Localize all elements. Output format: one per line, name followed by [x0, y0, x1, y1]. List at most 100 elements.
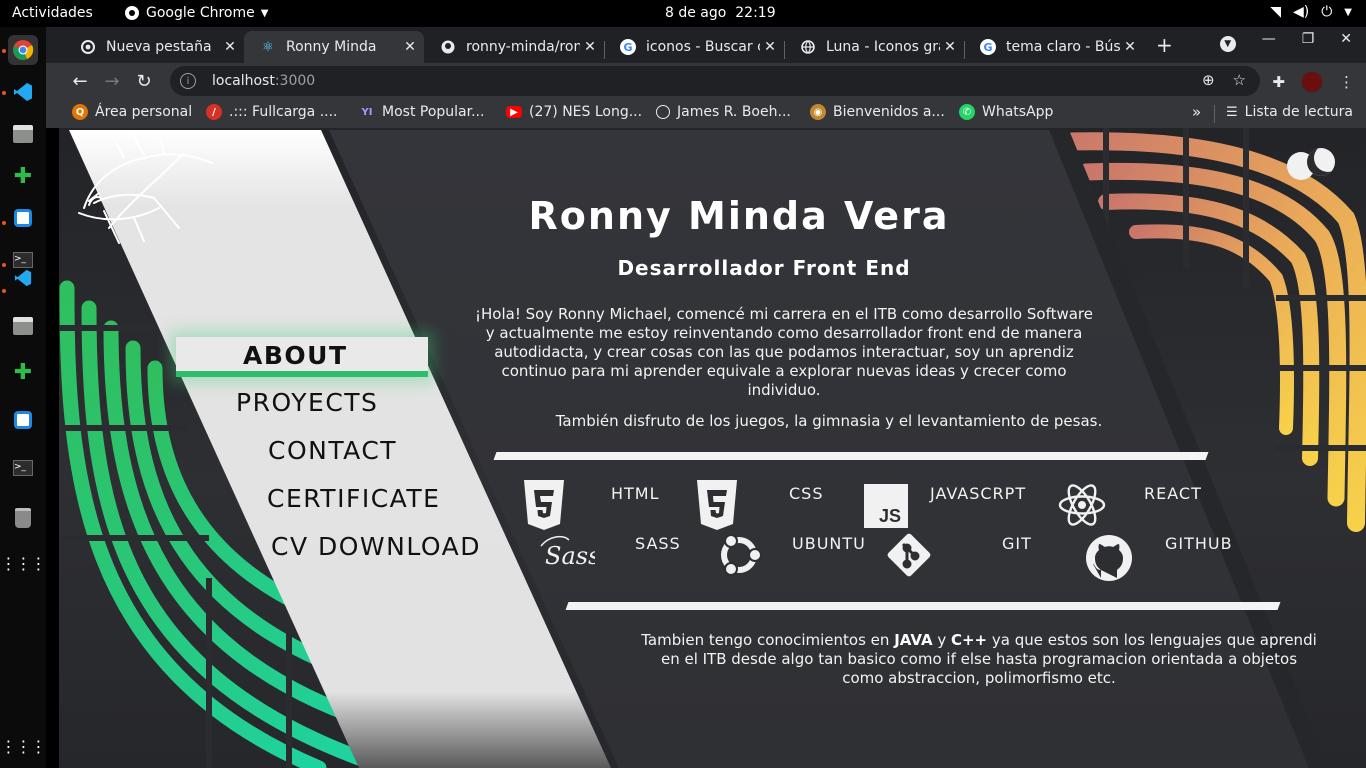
- reading-list-button[interactable]: ☰ Lista de lectura: [1226, 104, 1353, 120]
- back-button[interactable]: ←: [68, 69, 92, 93]
- tab-luna[interactable]: Luna - Iconos gra ✕: [784, 31, 964, 63]
- bookmark-whatsapp[interactable]: ✆ WhatsApp: [959, 104, 1053, 120]
- yts-icon: YI: [361, 106, 373, 118]
- page-title: Ronny Minda Vera: [528, 194, 950, 238]
- nav-proyects[interactable]: PROYECTS: [236, 388, 378, 417]
- menu-icon[interactable]: ⋮: [1339, 73, 1354, 91]
- skill-github-label: GITHUB: [1165, 534, 1233, 553]
- toolbar-right: ✚ ⋮: [1272, 71, 1354, 93]
- nav-certificate[interactable]: CERTIFICATE: [267, 484, 440, 513]
- dock-software-icon[interactable]: [8, 203, 38, 233]
- close-icon[interactable]: ✕: [580, 39, 600, 55]
- more-bookmarks-icon[interactable]: »: [1192, 103, 1201, 121]
- bio-line: autodidacta, y crear cosas con las que p…: [494, 343, 1074, 361]
- github-icon: [440, 39, 456, 55]
- dock-trash-icon[interactable]: [8, 503, 38, 533]
- maximize-icon[interactable]: ❐: [1302, 31, 1315, 59]
- bookmark-label: James R. Boeh...: [677, 104, 791, 120]
- tab-title: iconos - Buscar c: [646, 39, 760, 55]
- tab-search-icon[interactable]: ▼: [1219, 36, 1236, 52]
- date-label: 8 de ago: [665, 5, 727, 21]
- extra-text: ya que estos son los lenguajes que apren…: [987, 631, 1317, 649]
- extra-knowledge-text: Tambien tengo conocimientos en JAVA y C+…: [599, 631, 1359, 688]
- extra-line: como abstraccion, polimorfismo etc.: [842, 669, 1116, 687]
- close-icon[interactable]: ✕: [760, 39, 780, 55]
- fullcarga-icon: /: [206, 104, 222, 120]
- bookmark-label: .::: Fullcarga ....: [229, 104, 338, 120]
- extra-line: en el ITB desde algo tan basico como if …: [660, 650, 1298, 668]
- dock-apps-grid-icon[interactable]: ⋮⋮⋮: [1, 549, 47, 579]
- bookmark-most-popular[interactable]: YI Most Popular...: [359, 104, 485, 120]
- theme-toggle[interactable]: [1287, 148, 1335, 180]
- reload-button[interactable]: ↻: [132, 69, 156, 93]
- divider-bottom: [565, 602, 1281, 610]
- dock-software-icon-2[interactable]: [8, 405, 38, 435]
- skill-sass-label: SASS: [635, 534, 681, 553]
- dock-extensions-icon[interactable]: ✚: [8, 161, 38, 191]
- nav-contact[interactable]: CONTACT: [268, 436, 397, 465]
- dock-files-icon-2[interactable]: [8, 311, 38, 341]
- close-icon[interactable]: ✕: [940, 39, 960, 55]
- app-menu[interactable]: Google Chrome ▼: [124, 5, 268, 21]
- system-top-bar: Actividades Google Chrome ▼ 8 de ago 22:…: [0, 0, 1366, 27]
- nav-cv-download[interactable]: CV DOWNLOAD: [271, 532, 481, 561]
- svg-text:Sass: Sass: [545, 542, 595, 570]
- q-icon: Q: [72, 104, 88, 120]
- page-subtitle: Desarrollador Front End: [617, 256, 911, 280]
- dock-chrome-icon[interactable]: [8, 35, 38, 65]
- dock-extensions-icon-2[interactable]: ✚: [8, 357, 38, 387]
- dock-files-icon[interactable]: [8, 119, 38, 149]
- zoom-icon[interactable]: ⊕: [1202, 71, 1215, 89]
- nav-active-underline: [176, 371, 428, 377]
- extra-text: y: [932, 631, 951, 649]
- info-icon[interactable]: i: [180, 73, 196, 89]
- bookmark-label: WhatsApp: [982, 104, 1054, 120]
- tab-github[interactable]: ronny-minda/ron ✕: [424, 31, 604, 63]
- dock-vscode-icon-2[interactable]: [8, 263, 38, 293]
- close-window-icon[interactable]: ✕: [1340, 31, 1352, 59]
- extensions-icon[interactable]: ✚: [1272, 73, 1285, 91]
- time-label: 22:19: [735, 5, 776, 21]
- bookmark-label: (27) NES Long...: [529, 104, 643, 120]
- react-icon: ⚛: [262, 39, 274, 55]
- google-icon: G: [620, 39, 636, 55]
- skill-html-label: HTML: [611, 484, 660, 503]
- bio-text: ¡Hola! Soy Ronny Michael, comencé mi car…: [444, 305, 1124, 400]
- profile-avatar[interactable]: [1301, 71, 1323, 93]
- tab-ronny-minda[interactable]: ⚛ Ronny Minda ✕: [244, 31, 424, 63]
- ubuntu-icon: [721, 534, 762, 576]
- bookmark-star-icon[interactable]: ☆: [1233, 71, 1246, 89]
- nav-about[interactable]: ABOUT: [243, 341, 348, 370]
- system-tray[interactable]: ◥ ◀) ⏻ ▼: [1270, 4, 1352, 20]
- tab-iconos[interactable]: G iconos - Buscar c ✕: [604, 31, 784, 63]
- minimize-icon[interactable]: —: [1262, 31, 1276, 59]
- moon-icon: [1307, 148, 1335, 176]
- tab-new-tab[interactable]: Nueva pestaña ✕: [64, 31, 244, 63]
- bookmark-james[interactable]: James R. Boeh...: [656, 104, 791, 120]
- new-tab-button[interactable]: +: [1156, 33, 1173, 57]
- whatsapp-icon: ✆: [959, 104, 975, 120]
- bookmark-label: Bienvenidos a...: [833, 104, 945, 120]
- bookmark-nes[interactable]: ▶ (27) NES Long...: [506, 104, 642, 120]
- bookmark-label: Most Popular...: [382, 104, 485, 120]
- bookmark-fullcarga[interactable]: / .::: Fullcarga ....: [206, 104, 338, 120]
- skill-git-label: GIT: [1002, 534, 1032, 553]
- dock-vscode-icon[interactable]: [8, 77, 38, 107]
- tab-tema-claro[interactable]: G tema claro - Búsq ✕: [964, 31, 1144, 63]
- address-bar[interactable]: i localhost:3000 ⊕ ☆: [170, 66, 1260, 96]
- bookmark-label: Área personal: [95, 104, 193, 120]
- dock-terminal-icon-2[interactable]: >_: [8, 453, 38, 483]
- close-icon[interactable]: ✕: [1120, 39, 1140, 55]
- tab-title: tema claro - Búsq: [1006, 39, 1120, 55]
- forward-button[interactable]: →: [100, 69, 124, 93]
- bookmark-bienvenidos[interactable]: ◉ Bienvenidos a...: [810, 104, 945, 120]
- clock[interactable]: 8 de ago 22:19: [665, 5, 776, 21]
- toolbar: ← → ↻ i localhost:3000 ⊕ ☆ ✚ ⋮: [46, 63, 1366, 99]
- show-applications-icon[interactable]: ⋮⋮⋮: [1, 731, 47, 761]
- close-icon[interactable]: ✕: [400, 39, 420, 55]
- close-icon[interactable]: ✕: [220, 39, 240, 55]
- bio-line: y actualmente me estoy reinventando como…: [485, 324, 1083, 342]
- bio-line: individuo.: [747, 381, 821, 399]
- bookmark-area-personal[interactable]: Q Área personal: [72, 104, 192, 120]
- activities-button[interactable]: Actividades: [12, 5, 93, 21]
